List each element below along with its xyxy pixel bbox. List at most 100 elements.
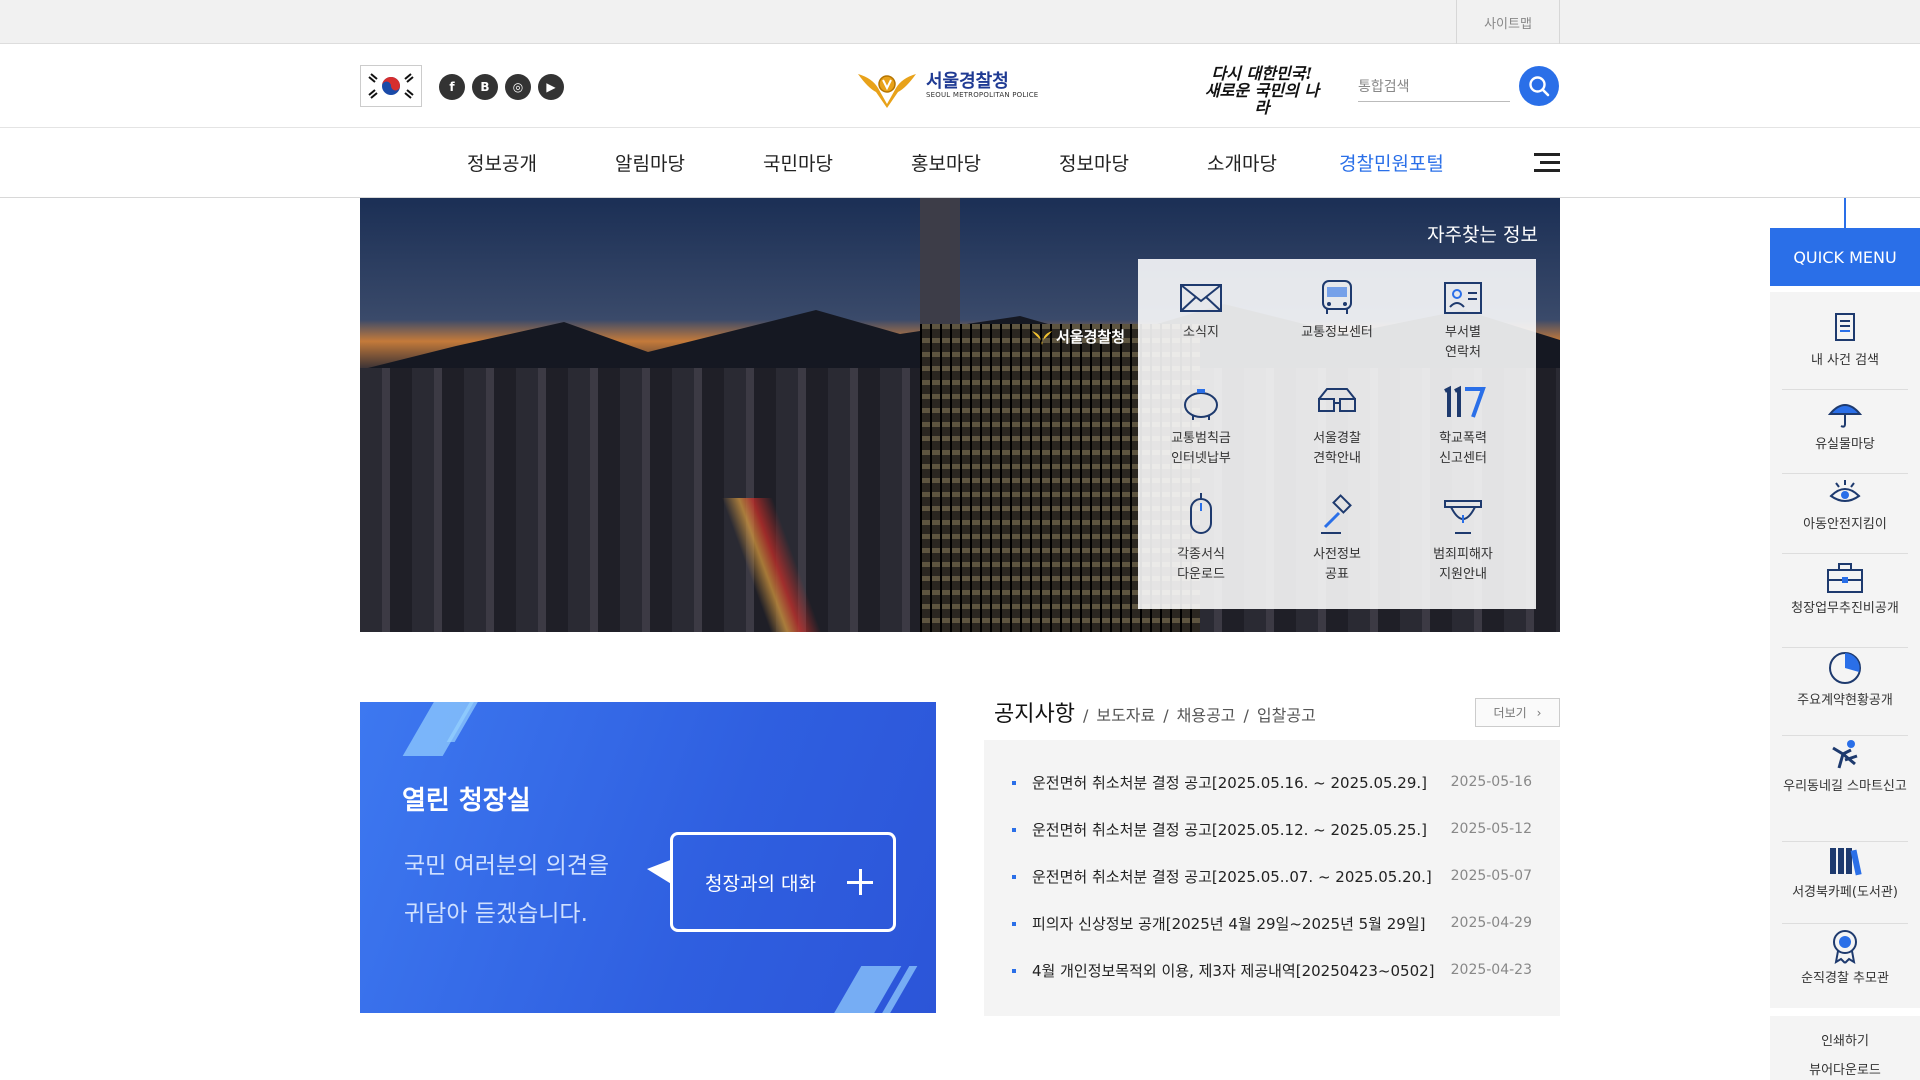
list-item[interactable]: 운전면허 취소처분 결정 공고[2025.05..07. ~ 2025.05.2…	[1012, 864, 1532, 888]
mouse-icon	[1190, 493, 1212, 534]
umbrella-icon	[1828, 404, 1862, 428]
plus-icon	[847, 869, 873, 895]
quick-menu-child-safety[interactable]: 아동안전지킴이	[1782, 476, 1908, 554]
viewer-download-button[interactable]: 뷰어다운로드	[1770, 1059, 1920, 1078]
quick-info-label: 각종서식 다운로드	[1177, 547, 1225, 583]
nav-info-disclosure[interactable]: 정보공개	[467, 149, 537, 176]
site-header: f B ◎ ▶ 서울경찰청 SEOUL METROPOLITAN POLICE …	[0, 44, 1920, 128]
tab-press-release[interactable]: 보도자료	[1096, 702, 1155, 726]
site-logo[interactable]: 서울경찰청 SEOUL METROPOLITAN POLICE	[856, 64, 1038, 108]
quick-menu-label: 순직경찰 추모관	[1801, 971, 1889, 986]
nav-info-board[interactable]: 정보마당	[1059, 149, 1129, 176]
quick-menu-expenses[interactable]: 청장업무추진비공개	[1782, 560, 1908, 648]
quick-menu-label: 내 사건 검색	[1810, 353, 1880, 368]
quick-menu-smart-report[interactable]: 우리동네길 스마트신고	[1782, 738, 1908, 842]
quick-menu-lost-items[interactable]: 유실물마당	[1782, 396, 1908, 474]
blog-icon[interactable]: B	[472, 74, 498, 100]
search-button[interactable]	[1519, 66, 1559, 106]
instagram-icon[interactable]: ◎	[505, 74, 531, 100]
quick-menu-contracts[interactable]: 주요계약현황공개	[1782, 650, 1908, 736]
medal-icon	[1833, 930, 1857, 964]
bullet-icon	[1012, 922, 1016, 926]
quick-info-traffic-fine[interactable]: 교통범칙금 인터넷납부	[1138, 385, 1264, 469]
quick-info-tour[interactable]: 서울경찰 견학안내	[1274, 385, 1400, 469]
hero-road	[720, 498, 840, 632]
tab-bidding[interactable]: 입찰공고	[1257, 702, 1316, 726]
sitemap-button[interactable]: 사이트맵	[1456, 0, 1560, 44]
document-search-icon	[1835, 313, 1855, 341]
nav-citizen-board[interactable]: 국민마당	[763, 149, 833, 176]
more-label: 더보기	[1493, 706, 1527, 720]
nav-civil-portal[interactable]: 경찰민원포털	[1339, 149, 1444, 176]
quick-info-disclosure[interactable]: 사전정보 공표	[1274, 493, 1400, 585]
gavel-icon	[1321, 494, 1352, 534]
chief-office-text-line-1: 국민 여러분의 의견을	[404, 853, 610, 879]
logo-subtitle: SEOUL METROPOLITAN POLICE	[926, 91, 1039, 100]
quick-menu-label: 서경북카페(도서관)	[1792, 885, 1898, 900]
youtube-icon[interactable]: ▶	[538, 74, 564, 100]
bullet-icon	[1012, 875, 1016, 879]
quick-info-contacts[interactable]: 부서별 연락처	[1400, 279, 1526, 363]
quick-menu-label: 유실물마당	[1815, 437, 1875, 452]
list-item[interactable]: 운전면허 취소처분 결정 공고[2025.05.12. ~ 2025.05.25…	[1012, 817, 1532, 841]
eye-icon	[1829, 480, 1861, 502]
contact-card-icon	[1444, 282, 1482, 314]
chief-office-text-line-2: 귀담아 듣겠습니다.	[404, 901, 588, 927]
police-emblem-icon	[1032, 330, 1052, 345]
quick-menu-memorial[interactable]: 순직경찰 추모관	[1782, 928, 1908, 1008]
piggy-bank-icon	[1184, 389, 1218, 420]
korean-flag-icon[interactable]	[360, 65, 422, 107]
notice-title: 피의자 신상정보 공개[2025년 4월 29일~2025년 5월 29일]	[1032, 915, 1426, 933]
tab-separator: /	[1243, 706, 1249, 725]
quick-menu-label: 우리동네길 스마트신고	[1783, 779, 1907, 794]
notice-title: 4월 개인정보목적외 이용, 제3자 제공내역[20250423~0502]	[1032, 962, 1435, 980]
quick-menu-connector	[1844, 198, 1846, 228]
quick-info-label: 학교폭력 신고센터	[1439, 431, 1487, 467]
facebook-icon[interactable]: f	[439, 74, 465, 100]
list-item[interactable]: 4월 개인정보목적외 이용, 제3자 제공내역[20250423~0502] 2…	[1012, 958, 1532, 982]
chief-office-banner[interactable]: 열린 청장실 국민 여러분의 의견을 귀담아 듣겠습니다. 청장과의 대화	[360, 702, 936, 1013]
chevron-right-icon: ›	[1536, 705, 1542, 720]
quick-menu-label: 아동안전지킴이	[1803, 517, 1887, 532]
nav-about[interactable]: 소개마당	[1207, 149, 1277, 176]
tab-notice[interactable]: 공지사항	[994, 696, 1075, 728]
notice-list: 운전면허 취소처분 결정 공고[2025.05.16. ~ 2025.05.29…	[984, 740, 1560, 1016]
print-button[interactable]: 인쇄하기	[1770, 1030, 1920, 1049]
quick-info-label: 소식지	[1183, 325, 1219, 340]
notice-title: 운전면허 취소처분 결정 공고[2025.05.16. ~ 2025.05.29…	[1032, 774, 1428, 792]
notice-date: 2025-04-23	[1450, 962, 1532, 978]
quick-info-label: 범죄피해자 지원안내	[1433, 547, 1493, 583]
quick-info-forms[interactable]: 각종서식 다운로드	[1138, 493, 1264, 585]
notice-tabs: 공지사항 / 보도자료 / 채용공고 / 입찰공고	[994, 696, 1316, 728]
notice-date: 2025-05-07	[1450, 868, 1532, 884]
building-sign: 서울경찰청	[1032, 326, 1125, 347]
bullet-icon	[1012, 781, 1016, 785]
quick-menu-label: 청장업무추진비공개	[1791, 601, 1899, 616]
slogan: 다시 대한민국! 새로운 국민의 나라	[1198, 65, 1326, 116]
bullet-icon	[1012, 969, 1016, 973]
notice-date: 2025-05-16	[1450, 774, 1532, 790]
tab-recruitment[interactable]: 채용공고	[1177, 702, 1236, 726]
quick-menu-case-search[interactable]: 내 사건 검색	[1782, 312, 1908, 390]
building-sign-text: 서울경찰청	[1056, 328, 1126, 346]
quick-info-label: 사전정보 공표	[1313, 547, 1361, 583]
nav-notice-board[interactable]: 알림마당	[615, 149, 685, 176]
more-button[interactable]: 더보기 ›	[1475, 698, 1560, 727]
nav-pr-board[interactable]: 홍보마당	[911, 149, 981, 176]
pie-chart-icon	[1829, 652, 1861, 684]
quick-info-label: 서울경찰 견학안내	[1313, 431, 1361, 467]
quick-menu-library[interactable]: 서경북카페(도서관)	[1782, 844, 1908, 924]
hamburger-menu-icon[interactable]	[1534, 153, 1560, 173]
hero-banner: 서울경찰청 자주찾는 정보 소식지 교통정보센터 부서별 연락처 교통범칙금 인터넷…	[360, 198, 1560, 632]
quick-info-victim-support[interactable]: 범죄피해자 지원안내	[1400, 493, 1526, 585]
notice-date: 2025-04-29	[1450, 915, 1532, 931]
search-input[interactable]	[1358, 70, 1510, 102]
bus-icon	[1322, 280, 1352, 314]
list-item[interactable]: 운전면허 취소처분 결정 공고[2025.05.16. ~ 2025.05.29…	[1012, 770, 1532, 794]
quick-info-traffic[interactable]: 교통정보센터	[1274, 279, 1400, 343]
quick-info-school-violence[interactable]: 학교폭력 신고센터	[1400, 385, 1526, 469]
117-icon	[1444, 385, 1486, 418]
quick-info-newsletter[interactable]: 소식지	[1138, 279, 1264, 343]
list-item[interactable]: 피의자 신상정보 공개[2025년 4월 29일~2025년 5월 29일] 2…	[1012, 911, 1532, 935]
talk-with-chief-button[interactable]: 청장과의 대화	[647, 832, 896, 932]
